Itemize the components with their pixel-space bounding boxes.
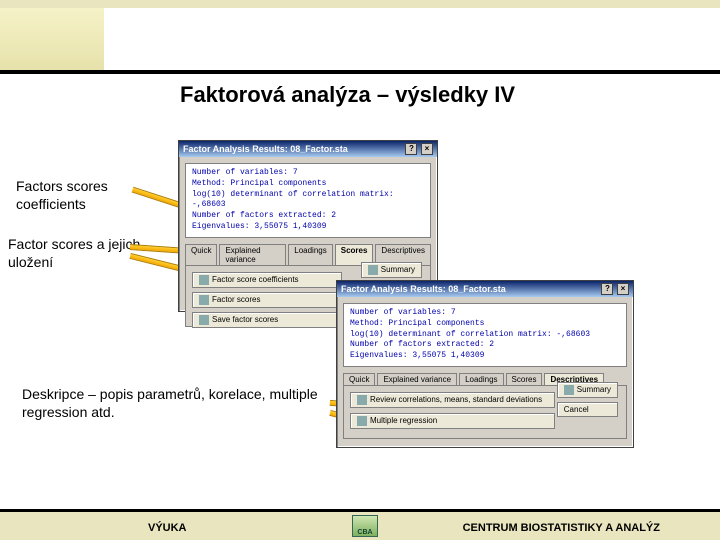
summary-icon — [564, 385, 574, 395]
table-icon — [199, 275, 209, 285]
header-stripe — [0, 0, 720, 8]
summary-button[interactable]: Summary — [557, 382, 618, 398]
tab-quick[interactable]: Quick — [185, 244, 217, 265]
annot-descriptives: Deskripce – popis parametrů, korelace, m… — [22, 386, 352, 421]
dialog-factor-results-descriptives: Factor Analysis Results: 08_Factor.sta ?… — [336, 280, 634, 448]
table-icon — [357, 416, 367, 426]
factor-scores-button[interactable]: Factor scores — [192, 292, 342, 308]
info-panel: Number of variables: 7 Method: Principal… — [343, 303, 627, 367]
table-icon — [199, 295, 209, 305]
window-controls[interactable]: ? × — [600, 283, 629, 295]
titlebar[interactable]: Factor Analysis Results: 08_Factor.sta ?… — [179, 141, 437, 157]
tab-loadings[interactable]: Loadings — [288, 244, 332, 265]
cancel-button[interactable]: Cancel — [557, 402, 618, 417]
summary-button[interactable]: Summary — [361, 262, 422, 278]
window-controls[interactable]: ? × — [404, 143, 433, 155]
page-title: Faktorová analýza – výsledky IV — [180, 82, 680, 108]
window-title: Factor Analysis Results: 08_Factor.sta — [341, 284, 506, 294]
factor-score-coeff-button[interactable]: Factor score coefficients — [192, 272, 342, 288]
tab-quick[interactable]: Quick — [343, 373, 375, 385]
table-icon — [357, 395, 367, 405]
header-divider — [0, 70, 720, 74]
help-icon[interactable]: ? — [601, 283, 613, 295]
window-title: Factor Analysis Results: 08_Factor.sta — [183, 144, 348, 154]
tab-scores[interactable]: Scores — [506, 373, 543, 385]
summary-icon — [368, 265, 378, 275]
close-icon[interactable]: × — [421, 143, 433, 155]
close-icon[interactable]: × — [617, 283, 629, 295]
info-panel: Number of variables: 7 Method: Principal… — [185, 163, 431, 238]
titlebar[interactable]: Factor Analysis Results: 08_Factor.sta ?… — [337, 281, 633, 297]
footer-left-label: VÝUKA — [148, 522, 187, 534]
tab-panel: Review correlations, means, standard dev… — [343, 385, 627, 439]
help-icon[interactable]: ? — [405, 143, 417, 155]
multiple-regression-button[interactable]: Multiple regression — [350, 413, 555, 429]
tab-explained-variance[interactable]: Explained variance — [377, 373, 457, 385]
header-accent-box — [0, 8, 104, 70]
footer-right-label: CENTRUM BIOSTATISTIKY A ANALÝZ — [463, 522, 660, 534]
annot-scores: Factor scores a jejich uložení — [8, 236, 148, 271]
review-corr-button[interactable]: Review correlations, means, standard dev… — [350, 392, 555, 408]
save-factor-scores-button[interactable]: Save factor scores — [192, 312, 342, 328]
tab-loadings[interactable]: Loadings — [459, 373, 503, 385]
save-icon — [199, 315, 209, 325]
footer-logo: CBA — [352, 515, 378, 537]
annot-coefficients: Factors scores coefficients — [16, 178, 146, 213]
tab-explained-variance[interactable]: Explained variance — [219, 244, 286, 265]
